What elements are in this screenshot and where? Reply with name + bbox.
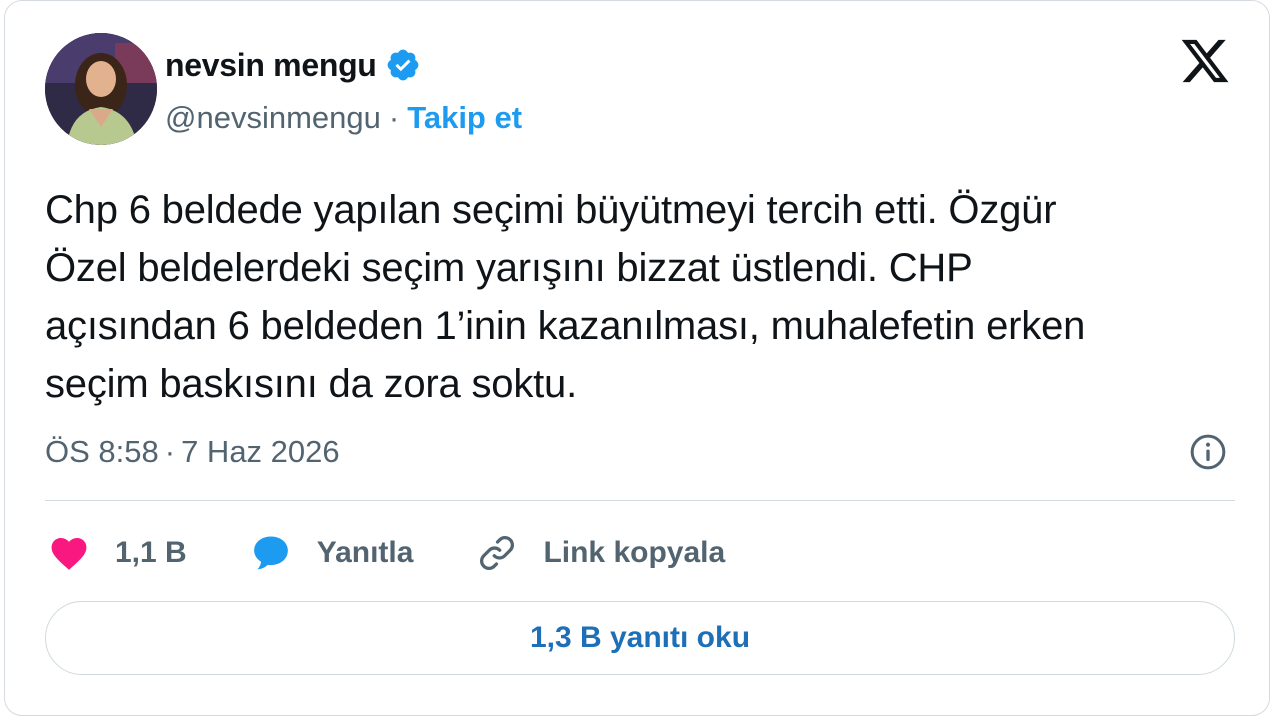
author-name[interactable]: nevsin mengu bbox=[165, 47, 377, 84]
copy-link-button[interactable]: Link kopyala bbox=[473, 529, 725, 577]
reply-label: Yanıtla bbox=[316, 536, 414, 569]
tweet-card: nevsin mengu @nevsinmengu · Takip et Chp… bbox=[4, 0, 1270, 716]
read-replies-button[interactable]: 1,3 B yanıtı oku bbox=[45, 601, 1235, 675]
avatar-image bbox=[45, 33, 157, 145]
author-handle-row: @nevsinmengu · Takip et bbox=[165, 96, 522, 140]
reply-button[interactable]: Yanıtla bbox=[247, 529, 414, 577]
avatar[interactable] bbox=[45, 33, 157, 145]
copy-link-label: Link kopyala bbox=[543, 536, 726, 569]
like-button[interactable]: 1,1 B bbox=[45, 529, 187, 577]
tweet-date[interactable]: 7 Haz 2026 bbox=[181, 434, 340, 470]
follow-button[interactable]: Takip et bbox=[407, 100, 522, 136]
reply-bubble-icon bbox=[247, 529, 295, 577]
link-icon bbox=[473, 529, 521, 577]
heart-icon bbox=[45, 529, 93, 577]
tweet-meta: ÖS 8:58 · 7 Haz 2026 bbox=[45, 429, 340, 475]
tweet-actions: 1,1 B Yanıtla Link kopyala bbox=[45, 525, 785, 581]
tweet-time[interactable]: ÖS 8:58 bbox=[45, 434, 159, 470]
info-icon[interactable] bbox=[1188, 432, 1228, 472]
meta-separator: · bbox=[164, 434, 176, 469]
author-handle[interactable]: @nevsinmengu bbox=[165, 100, 381, 136]
x-logo-icon[interactable] bbox=[1177, 35, 1233, 87]
tweet-text: Chp 6 beldede yapılan seçimi büyütmeyi t… bbox=[45, 188, 1086, 406]
author-name-row: nevsin mengu bbox=[165, 41, 421, 89]
verified-badge-icon bbox=[385, 47, 421, 83]
like-count: 1,1 B bbox=[115, 536, 187, 569]
divider bbox=[45, 500, 1235, 501]
handle-separator: · bbox=[388, 100, 400, 135]
